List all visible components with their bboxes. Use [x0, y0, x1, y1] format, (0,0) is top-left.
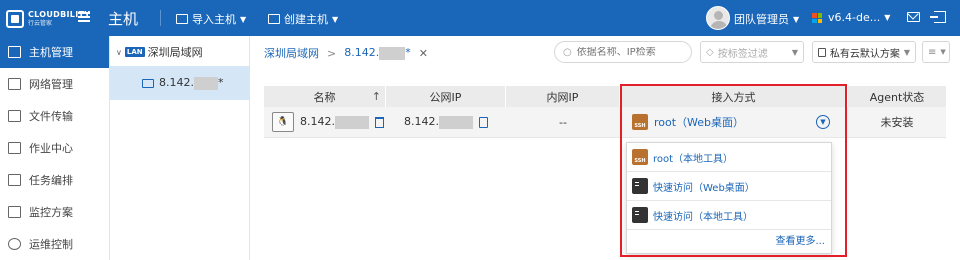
cell-name: 🐧 8.142. — [264, 107, 386, 137]
sidebar-item-host-management[interactable]: 主机管理 — [0, 36, 109, 68]
job-icon — [8, 142, 21, 154]
sort-options-button[interactable]: ≡ ▼ — [922, 41, 950, 63]
breadcrumb-item-lan[interactable]: 深圳局域网 — [264, 45, 319, 61]
redacted-mask — [335, 115, 369, 129]
user-menu[interactable]: 团队管理员 ▼ — [734, 11, 799, 27]
access-method-link[interactable]: root（Web桌面） — [654, 114, 744, 130]
cell-access[interactable]: SSH root（Web桌面） ▼ — [620, 107, 848, 137]
linux-icon: 🐧 — [272, 112, 294, 132]
terminal-icon — [632, 178, 648, 194]
close-icon[interactable]: ✕ — [419, 47, 428, 60]
column-header-access: 接入方式 — [620, 86, 848, 107]
redacted-mask — [379, 46, 406, 60]
sidebar-item-monitoring[interactable]: 监控方案 — [0, 196, 109, 228]
cell-agent-status: 未安装 — [880, 116, 914, 129]
sort-icon: ≡ — [928, 46, 937, 58]
menu-icon[interactable] — [78, 12, 90, 22]
import-host-button[interactable]: 导入主机 ▼ — [176, 11, 246, 27]
sidebar-item-tasks[interactable]: 任务编排 — [0, 164, 109, 196]
tree-root-lan[interactable]: ∨ LAN 深圳局域网 — [116, 44, 203, 60]
terminal-icon — [632, 207, 648, 223]
top-bar: CLOUDBILITY 行云管家 主机 导入主机 ▼ 创建主机 ▼ 团队管理员 … — [0, 0, 960, 36]
breadcrumb-separator: > — [327, 46, 337, 60]
redacted-mask — [439, 115, 473, 129]
avatar[interactable] — [706, 6, 730, 30]
mail-icon[interactable] — [907, 12, 920, 22]
scheme-select[interactable]: 私有云默认方案 ▼ — [812, 41, 916, 63]
view-more-link[interactable]: 查看更多... — [775, 232, 825, 247]
windows-icon — [812, 13, 822, 23]
chevron-down-icon: ▼ — [940, 48, 946, 56]
logo-icon — [6, 10, 24, 28]
column-header-private-ip: 内网IP — [506, 86, 620, 107]
search-icon: ○ — [563, 46, 572, 58]
column-header-agent: Agent状态 — [869, 90, 925, 104]
monitor-chart-icon — [8, 206, 21, 218]
version-menu[interactable]: v6.4-de... ▼ — [828, 11, 890, 24]
divider — [160, 10, 161, 26]
chevron-down-icon[interactable]: ∨ — [116, 48, 122, 57]
sidebar: 主机管理 网络管理 文件传输 作业中心 任务编排 监控方案 运维控制 — [0, 36, 110, 260]
page-title: 主机 — [108, 10, 139, 28]
ssh-icon: SSH — [632, 149, 648, 165]
sidebar-item-file-transfer[interactable]: 文件传输 — [0, 100, 109, 132]
search-input[interactable] — [576, 46, 691, 58]
chevron-down-icon: ▼ — [884, 13, 891, 22]
tag-icon: ◇ — [706, 46, 714, 58]
task-icon — [8, 174, 21, 186]
tree-root-label: 深圳局域网 — [147, 46, 203, 59]
column-header-public-ip: 公网IP — [386, 86, 506, 107]
tree-node-host[interactable]: 8.142. * — [110, 66, 250, 100]
logout-icon[interactable] — [930, 11, 946, 23]
breadcrumb-item-host: 8.142. * — [344, 46, 411, 60]
import-icon — [176, 14, 188, 24]
host-tree: ∨ LAN 深圳局域网 8.142. * — [110, 36, 250, 260]
tree-node-label: 8.142. * — [159, 76, 224, 90]
lan-badge: LAN — [124, 47, 145, 57]
tag-filter-select[interactable]: ◇ 按标签过滤 ▼ — [700, 41, 804, 63]
chevron-down-icon: ▼ — [240, 14, 247, 24]
shield-icon — [8, 238, 21, 250]
ssh-icon: SSH — [632, 114, 648, 130]
access-option-quick-web[interactable]: 快速访问（Web桌面） — [627, 172, 831, 201]
cell-public-ip: 8.142. — [386, 107, 506, 137]
chevron-down-icon: ▼ — [791, 47, 798, 57]
monitor-icon — [142, 78, 154, 88]
monitor-icon — [8, 46, 21, 58]
search-box[interactable]: ○ — [554, 41, 692, 63]
access-method-dropdown: SSH root（本地工具） 快速访问（Web桌面） 快速访问（本地工具） 查看… — [626, 142, 832, 254]
trash-icon[interactable] — [375, 116, 384, 128]
access-option-root-local[interactable]: SSH root（本地工具） — [627, 143, 831, 172]
network-icon — [8, 78, 21, 90]
create-icon — [268, 14, 280, 24]
sidebar-item-network[interactable]: 网络管理 — [0, 68, 109, 100]
breadcrumb: 深圳局域网 > 8.142. * ✕ — [264, 45, 428, 61]
column-header-name[interactable]: 名称 ↑ — [264, 86, 386, 107]
chevron-down-icon: ▼ — [793, 14, 800, 24]
table-header: 名称 ↑ 公网IP 内网IP 接入方式 Agent状态 — [264, 86, 946, 107]
sort-asc-icon[interactable]: ↑ — [372, 90, 381, 103]
create-host-button[interactable]: 创建主机 ▼ — [268, 11, 338, 27]
calendar-icon — [818, 47, 826, 57]
chevron-down-icon: ▼ — [332, 14, 339, 24]
host-table: 名称 ↑ 公网IP 内网IP 接入方式 Agent状态 🐧 8.142. 8.1… — [264, 86, 946, 138]
chevron-down-icon: ▼ — [903, 47, 910, 57]
chevron-down-icon[interactable]: ▼ — [816, 115, 830, 129]
sidebar-item-jobs[interactable]: 作业中心 — [0, 132, 109, 164]
file-transfer-icon — [8, 110, 21, 122]
cell-private-ip: -- — [559, 115, 567, 129]
table-row[interactable]: 🐧 8.142. 8.142. -- SSH root（Web桌面） ▼ 未安装 — [264, 107, 946, 138]
redacted-mask — [194, 76, 218, 90]
sidebar-item-ops-control[interactable]: 运维控制 — [0, 228, 109, 260]
copy-icon[interactable] — [479, 116, 488, 128]
access-option-quick-local[interactable]: 快速访问（本地工具） — [627, 201, 831, 230]
